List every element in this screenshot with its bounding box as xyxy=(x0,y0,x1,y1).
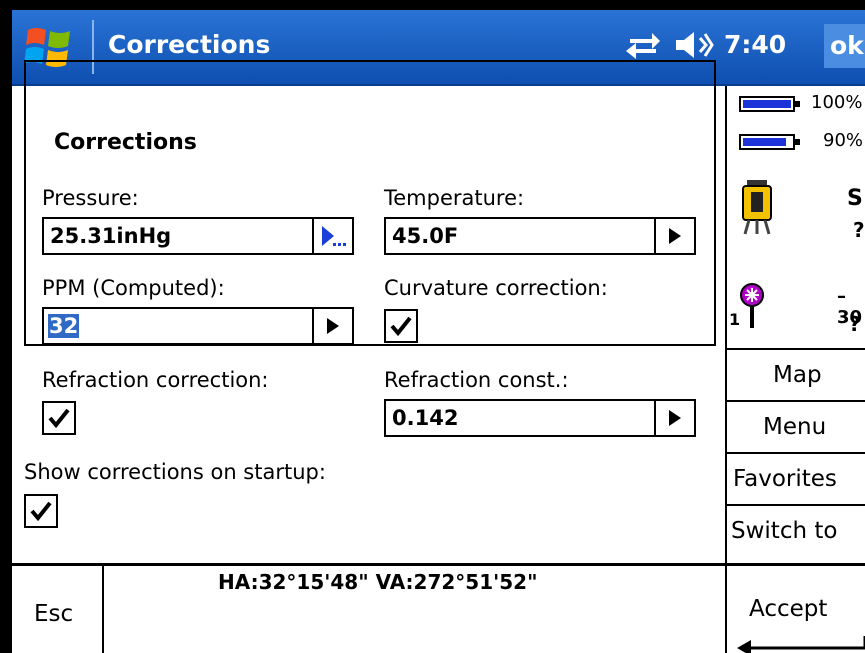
enter-arrow-icon xyxy=(737,636,865,653)
arrow-right-icon xyxy=(669,228,681,244)
group-title: Corrections xyxy=(48,130,203,155)
bottom-bar: Esc HA:32°15'48" VA:272°51'52" Accept xyxy=(12,563,865,653)
favorites-button[interactable]: Favorites xyxy=(727,452,865,504)
curvature-checkbox[interactable] xyxy=(384,309,418,343)
device-frame-top xyxy=(0,0,865,10)
battery-icon xyxy=(739,134,800,150)
checkmark-icon xyxy=(30,501,52,522)
ppm-value: 32 xyxy=(48,314,80,338)
temperature-label: Temperature: xyxy=(384,186,525,210)
total-station-icon[interactable] xyxy=(739,178,775,236)
refraction-checkbox[interactable] xyxy=(42,401,76,435)
ellipsis-arrow-icon xyxy=(322,226,346,246)
sync-icon[interactable] xyxy=(624,28,662,62)
status-panel: 100% 90% S ? 1 –30 ? Map Menu Favorites … xyxy=(725,86,865,564)
esc-button[interactable]: Esc xyxy=(12,566,104,653)
ok-button[interactable]: ok xyxy=(824,24,865,68)
clock[interactable]: 7:40 xyxy=(724,30,786,59)
prism-status: ? xyxy=(849,312,861,336)
instrument-letter: S xyxy=(847,186,863,211)
pressure-label: Pressure: xyxy=(42,186,139,210)
battery2-nub xyxy=(795,139,800,145)
refraction-label: Refraction correction: xyxy=(42,368,269,392)
temperature-value: 45.0F xyxy=(392,224,459,248)
refraction-const-arrow-button[interactable] xyxy=(654,401,694,435)
refraction-const-field[interactable]: 0.142 xyxy=(384,399,696,437)
ppm-field[interactable]: 32 xyxy=(42,307,354,345)
map-button[interactable]: Map xyxy=(727,348,865,400)
ppm-label: PPM (Computed): xyxy=(42,276,225,300)
battery1-fill xyxy=(743,100,791,108)
pressure-field[interactable]: 25.31inHg xyxy=(42,217,354,255)
device-frame-left xyxy=(0,0,12,653)
prism-icon[interactable] xyxy=(737,282,767,330)
temperature-field[interactable]: 45.0F xyxy=(384,217,696,255)
checkmark-icon xyxy=(390,316,412,337)
curvature-label: Curvature correction: xyxy=(384,276,608,300)
angle-readout: HA:32°15'48" VA:272°51'52" xyxy=(218,570,538,594)
arrow-right-icon xyxy=(669,410,681,426)
instrument-status: ? xyxy=(853,218,865,242)
battery-icon xyxy=(739,96,800,112)
battery1-percent: 100% xyxy=(811,92,863,113)
arrow-right-icon xyxy=(327,318,339,334)
battery2-percent: 90% xyxy=(823,130,864,151)
pressure-options-button[interactable] xyxy=(312,219,352,253)
startup-label: Show corrections on startup: xyxy=(24,460,326,484)
pressure-value: 25.31inHg xyxy=(50,224,172,248)
accept-label: Accept xyxy=(749,596,828,622)
ppm-arrow-button[interactable] xyxy=(312,309,352,343)
volume-icon[interactable] xyxy=(674,28,714,62)
menu-button[interactable]: Menu xyxy=(727,400,865,452)
temperature-arrow-button[interactable] xyxy=(654,219,694,253)
switch-to-button[interactable]: Switch to xyxy=(727,504,865,556)
battery1-nub xyxy=(795,101,800,107)
checkmark-icon xyxy=(48,408,70,429)
screen: Corrections 7:40 ok Corrections Pressure… xyxy=(0,0,865,653)
refraction-const-label: Refraction const.: xyxy=(384,368,569,392)
battery2-fill xyxy=(743,138,786,146)
refraction-const-value: 0.142 xyxy=(392,406,459,430)
window-title: Corrections xyxy=(108,30,271,59)
prism-number: 1 xyxy=(729,310,741,329)
startup-checkbox[interactable] xyxy=(24,494,58,528)
accept-button[interactable]: Accept xyxy=(725,566,865,653)
